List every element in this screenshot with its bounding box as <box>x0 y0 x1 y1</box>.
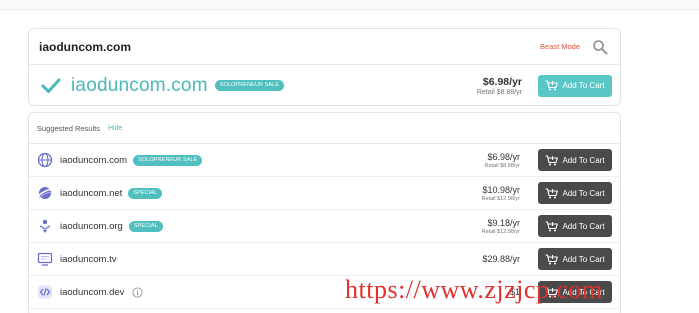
special-badge: SPECIAL <box>128 220 163 232</box>
add-to-cart-label: Add To Cart <box>562 155 605 165</box>
cart-plus-icon <box>545 154 559 165</box>
result-price-block: $9.18/yr Retail $12.98/yr <box>481 218 520 235</box>
info-icon[interactable] <box>132 286 143 298</box>
search-bar[interactable]: iaoduncom.com Beast Mode <box>29 29 620 65</box>
search-icon[interactable] <box>592 39 608 55</box>
result-price: $10.98/yr <box>482 184 520 195</box>
result-retail-price: Retail $12.98/yr <box>481 195 520 202</box>
cart-plus-icon <box>545 187 559 198</box>
result-retail-price: Retail $12.98/yr <box>481 228 520 235</box>
cart-plus-icon <box>545 80 559 91</box>
special-badge: SPECIAL <box>128 187 163 199</box>
suggested-results-title: Suggested Results <box>37 123 100 133</box>
solopreneur-sale-badge: SOLOPRENEUR SALE <box>214 80 285 91</box>
result-domain: iaoduncom.org <box>60 220 123 232</box>
cart-plus-icon <box>545 220 559 231</box>
add-to-cart-button[interactable]: Add To Cart <box>538 149 612 171</box>
main-price-block: $6.98/yr Retail $8.88/yr <box>477 76 522 96</box>
cart-plus-icon <box>545 253 559 264</box>
top-bar <box>0 0 699 10</box>
result-price: $9.18/yr <box>487 217 520 228</box>
watermark-text: https://www.zjzjcp.com <box>345 275 603 304</box>
main-add-to-cart-button[interactable]: Add To Cart <box>538 74 612 97</box>
hide-link[interactable]: Hide <box>108 125 122 132</box>
check-icon <box>41 78 61 93</box>
result-price-block: $6.98/yr Retail $8.88/yr <box>485 152 520 169</box>
suggested-results-header: Suggested Results Hide <box>29 113 620 144</box>
main-price: $6.98/yr <box>482 75 522 88</box>
add-to-cart-button[interactable]: Add To Cart <box>538 215 612 237</box>
add-to-cart-button[interactable]: Add To Cart <box>538 182 612 204</box>
beast-mode-link[interactable]: Beast Mode <box>540 42 580 51</box>
code-icon <box>38 285 52 299</box>
solopreneur-sale-badge: SOLOPRENEUR SALE <box>133 154 203 166</box>
net-planet-icon <box>37 187 53 199</box>
result-row-tv: iaoduncom.tv $29.88/yr Add To Cart <box>29 243 620 276</box>
result-price: $6.98/yr <box>487 151 520 162</box>
result-retail-price: Retail $8.88/yr <box>484 162 520 169</box>
add-to-cart-label: Add To Cart <box>562 221 605 231</box>
result-domain: iaoduncom.net <box>60 187 123 199</box>
org-people-icon <box>40 219 50 233</box>
main-result-domain: iaoduncom.com <box>71 74 208 96</box>
main-add-to-cart-label: Add To Cart <box>562 81 605 90</box>
add-to-cart-button[interactable]: Add To Cart <box>538 248 612 270</box>
add-to-cart-label: Add To Cart <box>562 254 605 264</box>
result-row-com: iaoduncom.com SOLOPRENEUR SALE $6.98/yr … <box>29 144 620 177</box>
search-input[interactable]: iaoduncom.com <box>39 40 540 54</box>
result-price-block: $29.88/yr <box>482 254 520 264</box>
result-price-block: $10.98/yr Retail $12.98/yr <box>481 185 520 202</box>
search-card: iaoduncom.com Beast Mode iaoduncom.com S… <box>28 28 621 106</box>
add-to-cart-label: Add To Cart <box>562 188 605 198</box>
result-price: $29.88/yr <box>482 254 520 264</box>
result-row-net: iaoduncom.net SPECIAL $10.98/yr Retail $… <box>29 177 620 210</box>
result-domain: iaoduncom.dev <box>60 286 125 298</box>
tv-icon <box>37 252 53 266</box>
result-domain: iaoduncom.com <box>60 154 128 166</box>
globe-icon <box>37 152 53 168</box>
result-row-org: iaoduncom.org SPECIAL $9.18/yr Retail $1… <box>29 210 620 243</box>
main-result-row: iaoduncom.com SOLOPRENEUR SALE $6.98/yr … <box>29 65 620 106</box>
main-retail-price: Retail $8.88/yr <box>476 88 522 96</box>
result-domain: iaoduncom.tv <box>60 253 117 265</box>
